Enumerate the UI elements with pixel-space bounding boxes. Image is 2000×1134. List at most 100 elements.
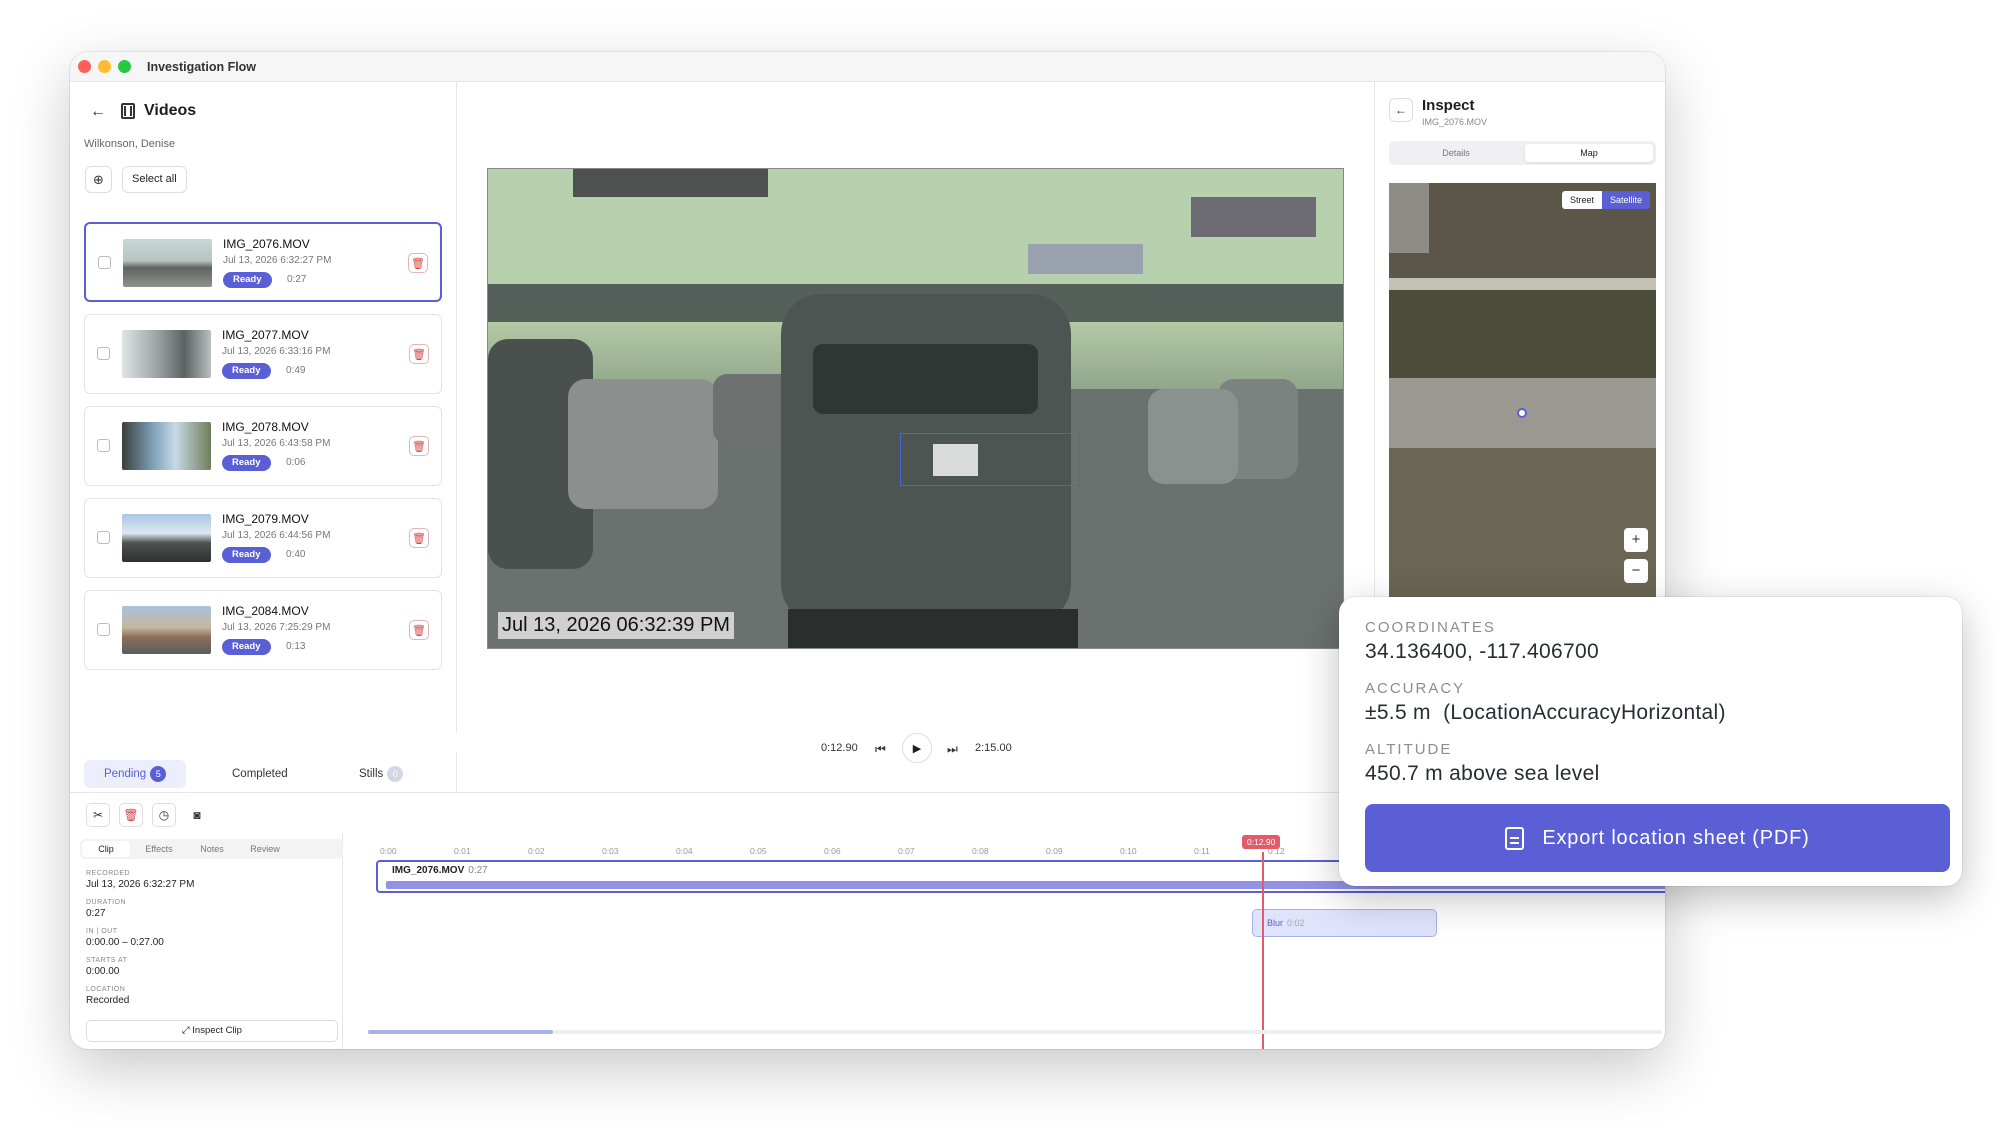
tab-map[interactable]: Map	[1525, 144, 1653, 162]
back-arrow-icon[interactable]: ←	[90, 103, 106, 121]
trash-icon[interactable]: 🗑	[409, 436, 429, 456]
billboard	[1191, 197, 1316, 237]
effect-name: Blur	[1267, 918, 1284, 928]
video-scene	[488, 169, 1343, 648]
sidebar-tabs: Pending 5 Completed Stills 0	[70, 752, 457, 792]
coordinates-label: COORDINATES	[1365, 619, 1496, 636]
zoom-window-button[interactable]	[118, 60, 131, 73]
trash-icon[interactable]: 🗑	[409, 620, 429, 640]
video-duration: 0:40	[286, 549, 306, 560]
tab-label: Pending	[104, 768, 147, 780]
satellite-map[interactable]: Street Satellite + −	[1389, 183, 1656, 603]
ruler-tick: 0:10	[1120, 846, 1137, 856]
zoom-out-button[interactable]: −	[1624, 559, 1648, 583]
trash-icon[interactable]: 🗑	[409, 344, 429, 364]
playhead[interactable]	[1262, 852, 1264, 1049]
blur-effect-track[interactable]: Blur 0:02	[1252, 909, 1437, 937]
tab-notes[interactable]: Notes	[188, 841, 236, 857]
tab-clip[interactable]: Clip	[82, 841, 130, 857]
location-popover: COORDINATES 34.136400, -117.406700 ACCUR…	[1339, 597, 1962, 886]
status-badge: Ready	[222, 639, 271, 655]
export-location-button[interactable]: Export location sheet (PDF)	[1365, 804, 1950, 872]
play-button[interactable]: ▶	[902, 733, 932, 763]
skip-forward-icon[interactable]: ⏭	[947, 742, 958, 757]
select-all-button[interactable]: Select all	[122, 166, 187, 193]
video-card[interactable]: IMG_2078.MOV Jul 13, 2026 6:43:58 PM Rea…	[84, 406, 442, 486]
film-icon	[121, 103, 135, 119]
video-card[interactable]: IMG_2079.MOV Jul 13, 2026 6:44:56 PM Rea…	[84, 498, 442, 578]
clock-icon[interactable]: ◷	[152, 803, 176, 827]
close-window-button[interactable]	[78, 60, 91, 73]
ruler-tick: 0:09	[1046, 846, 1063, 856]
field-value: Jul 13, 2026 6:32:27 PM	[86, 879, 195, 890]
blur-region[interactable]	[900, 433, 1080, 486]
video-checkbox[interactable]	[97, 531, 110, 544]
total-time: 2:15.00	[975, 742, 1012, 754]
field	[1389, 448, 1656, 603]
zoom-in-button[interactable]: +	[1624, 528, 1648, 552]
video-duration: 0:13	[286, 641, 306, 652]
ruler-tick: 0:08	[972, 846, 989, 856]
video-card[interactable]: IMG_2084.MOV Jul 13, 2026 7:25:29 PM Rea…	[84, 590, 442, 670]
tab-stills[interactable]: Stills 0	[359, 760, 404, 788]
video-date: Jul 13, 2026 6:43:58 PM	[222, 438, 331, 449]
tab-pending[interactable]: Pending 5	[84, 760, 187, 788]
car	[568, 379, 718, 509]
ruler-tick: 0:04	[676, 846, 693, 856]
video-thumbnail	[122, 514, 211, 562]
video-card[interactable]: IMG_2076.MOV Jul 13, 2026 6:32:27 PM Rea…	[84, 222, 442, 302]
video-name: IMG_2079.MOV	[222, 512, 309, 526]
camera-icon[interactable]: ◙	[185, 803, 209, 827]
video-checkbox[interactable]	[97, 347, 110, 360]
road	[1389, 278, 1656, 290]
clip-name: IMG_2076.MOV	[392, 865, 465, 876]
accuracy-label: ACCURACY	[1365, 680, 1466, 697]
video-duration: 0:49	[286, 365, 306, 376]
video-name: IMG_2077.MOV	[222, 328, 309, 342]
tab-details[interactable]: Details	[1392, 144, 1520, 162]
video-date: Jul 13, 2026 6:33:16 PM	[222, 346, 331, 357]
scroll-thumb[interactable]	[368, 1030, 553, 1034]
trash-icon[interactable]: 🗑	[119, 803, 143, 827]
car-right	[1148, 389, 1238, 484]
clip-panel-tabs: Clip Effects Notes Review	[80, 839, 343, 859]
video-card[interactable]: IMG_2077.MOV Jul 13, 2026 6:33:16 PM Rea…	[84, 314, 442, 394]
video-checkbox[interactable]	[98, 256, 111, 269]
field-value: 0:00.00 – 0:27.00	[86, 937, 164, 948]
location-pin-icon[interactable]	[1517, 408, 1527, 418]
timeline-scrollbar[interactable]	[368, 1030, 1662, 1034]
expand-icon: ⤢	[182, 1025, 193, 1036]
video-checkbox[interactable]	[97, 623, 110, 636]
video-thumbnail	[122, 606, 211, 654]
playhead-time: 0:12.90	[1242, 835, 1281, 849]
video-checkbox[interactable]	[97, 439, 110, 452]
tab-completed[interactable]: Completed	[232, 760, 288, 788]
field-value: 0:27	[86, 908, 106, 919]
tab-effects[interactable]: Effects	[135, 841, 183, 857]
videos-sidebar: ← Videos Wilkonson, Denise ⊕ Select all …	[70, 82, 457, 732]
inspect-clip-button[interactable]: ⤢ Inspect Clip	[86, 1020, 338, 1042]
app-window: Investigation Flow ← Videos Wilkonson, D…	[70, 52, 1665, 1049]
skip-back-icon[interactable]: ⏮	[875, 742, 886, 757]
add-file-icon[interactable]: ⊕	[85, 166, 112, 193]
tab-review[interactable]: Review	[241, 841, 289, 857]
ruler-tick: 0:00	[380, 846, 397, 856]
back-arrow-icon[interactable]: ←	[1389, 98, 1413, 122]
minimize-window-button[interactable]	[98, 60, 111, 73]
export-label: Export location sheet (PDF)	[1542, 826, 1810, 849]
scissors-icon[interactable]: ✂	[86, 803, 110, 827]
street-mode-button[interactable]: Street	[1561, 191, 1602, 209]
ruler-tick: 0:07	[898, 846, 915, 856]
trash-icon[interactable]: 🗑	[409, 528, 429, 548]
satellite-mode-button[interactable]: Satellite	[1601, 191, 1650, 209]
tab-label: Stills	[359, 768, 384, 780]
trash-icon[interactable]: 🗑	[408, 253, 428, 273]
status-badge: Ready	[222, 547, 271, 563]
field-label: IN | OUT	[86, 928, 118, 935]
video-frame[interactable]: Jul 13, 2026 06:32:39 PM	[487, 168, 1344, 649]
rear-window	[813, 344, 1038, 414]
status-badge: Ready	[222, 455, 271, 471]
sidebar-title: Videos	[144, 102, 197, 119]
lot	[1389, 183, 1429, 253]
field-value: 0:00.00	[86, 966, 120, 977]
